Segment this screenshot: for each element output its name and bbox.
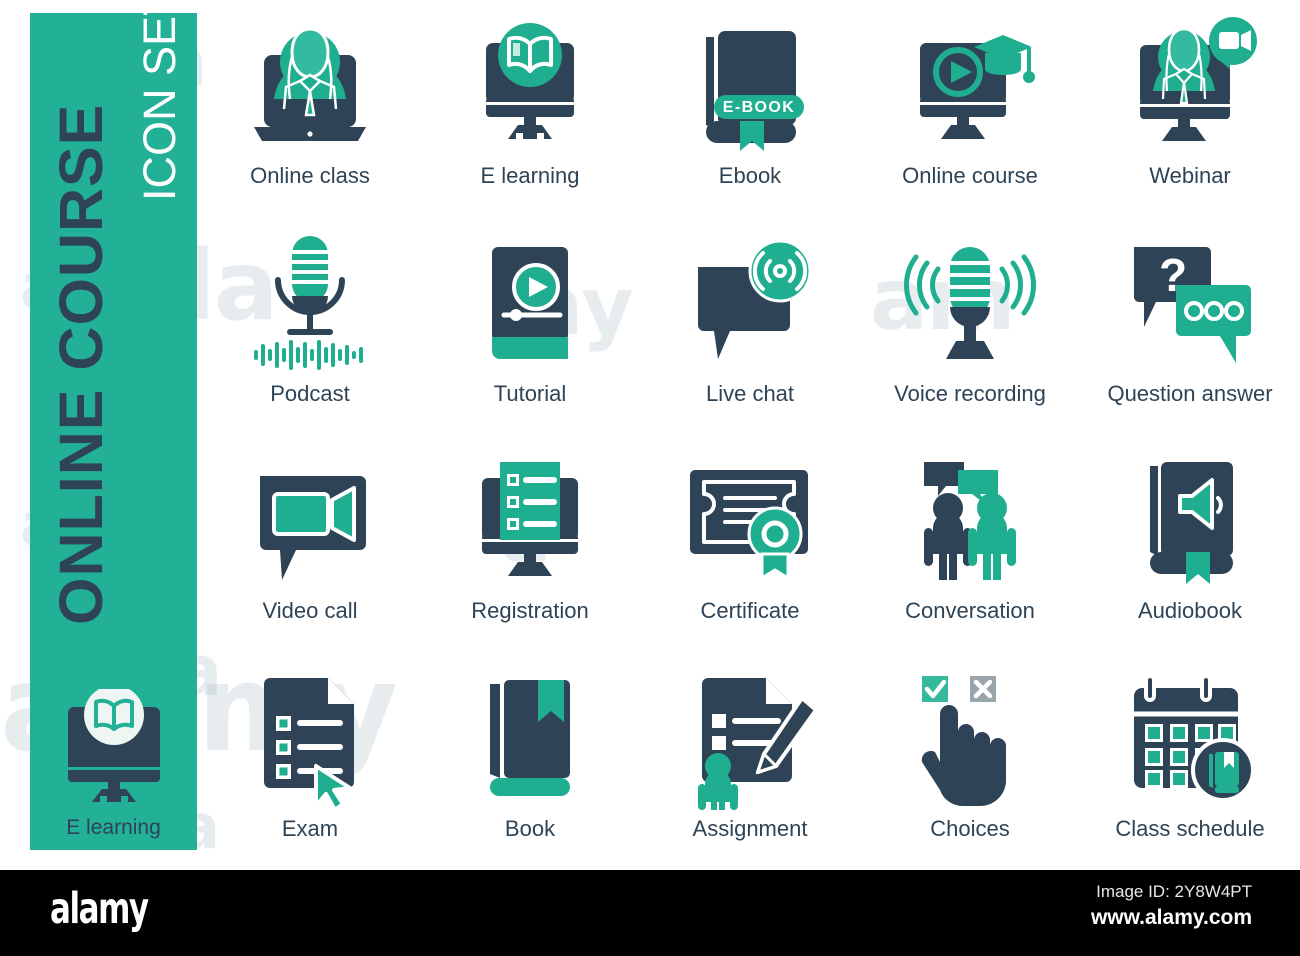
banner-icon-block: E learning bbox=[30, 685, 197, 840]
banner-main-title: ONLINE COURSE bbox=[47, 103, 115, 625]
icon-label: Ebook bbox=[718, 163, 782, 188]
icon-cell-tutorial[interactable]: Tutorial bbox=[420, 218, 640, 436]
calendar-book-icon bbox=[1115, 665, 1265, 815]
ebook-badge-text: E-BOOK bbox=[723, 99, 795, 116]
icon-cell-voice-recording[interactable]: Voice recording bbox=[860, 218, 1080, 436]
icon-label: Podcast bbox=[270, 380, 350, 406]
book-play-button-icon bbox=[455, 230, 605, 380]
icon-label: Choices bbox=[930, 815, 1010, 841]
icon-cell-book[interactable]: Book bbox=[420, 653, 640, 871]
banner-title-wrap: ONLINE COURSE ICON SET bbox=[30, 13, 197, 673]
monitor-open-book-icon bbox=[455, 12, 605, 162]
question-mark-chat-bubbles-icon: ? bbox=[1115, 230, 1265, 380]
image-id-text: Image ID: 2Y8W4PT bbox=[1096, 882, 1252, 901]
icon-label: Webinar bbox=[1149, 163, 1231, 188]
icon-label: Voice recording bbox=[894, 380, 1046, 406]
icon-cell-certificate[interactable]: Certificate bbox=[640, 435, 860, 653]
icon-cell-webinar[interactable]: Webinar bbox=[1080, 0, 1300, 218]
icon-cell-live-chat[interactable]: Live chat bbox=[640, 218, 860, 436]
icon-cell-assignment[interactable]: Assignment bbox=[640, 653, 860, 871]
monitor-checklist-form-icon bbox=[455, 447, 605, 597]
certificate-seal-ribbon-icon bbox=[675, 447, 825, 597]
monitor-woman-video-bubble-icon bbox=[1115, 12, 1265, 162]
person-checklist-pencil-icon bbox=[675, 665, 825, 815]
alamy-footer-bar: alamy Image ID: 2Y8W4PT www.alamy.com bbox=[0, 870, 1300, 956]
icon-cell-exam[interactable]: Exam bbox=[200, 653, 420, 871]
e-learning-monitor-book-icon bbox=[30, 685, 197, 812]
alamy-url-text: www.alamy.com bbox=[1090, 906, 1252, 929]
icon-label: Book bbox=[504, 815, 556, 841]
two-people-speech-bubbles-icon bbox=[895, 447, 1045, 597]
video-camera-chat-bubble-icon bbox=[235, 447, 385, 597]
icon-label: Tutorial bbox=[493, 380, 567, 406]
icon-label: Audiobook bbox=[1138, 598, 1242, 623]
icon-label: Assignment bbox=[692, 815, 808, 841]
microphone-waveform-icon bbox=[235, 230, 385, 380]
icon-cell-registration[interactable]: Registration bbox=[420, 435, 640, 653]
checklist-document-cursor-icon bbox=[235, 665, 385, 815]
icon-cell-audiobook[interactable]: Audiobook bbox=[1080, 435, 1300, 653]
monitor-play-graduation-cap-icon bbox=[895, 12, 1045, 162]
title-banner: ONLINE COURSE ICON SET E learning bbox=[30, 13, 197, 850]
icon-cell-question-answer[interactable]: ? Question answer bbox=[1080, 218, 1300, 436]
icon-label: Live chat bbox=[705, 380, 795, 406]
icon-label: Video call bbox=[262, 598, 358, 623]
icon-label: Conversation bbox=[905, 598, 1035, 623]
icon-label: Online class bbox=[250, 163, 370, 188]
icon-label: Class schedule bbox=[1115, 815, 1265, 841]
woman-on-laptop-icon bbox=[235, 12, 385, 162]
icon-label: Certificate bbox=[700, 598, 800, 623]
icon-cell-e-learning[interactable]: E learning bbox=[420, 0, 640, 218]
icon-cell-class-schedule[interactable]: Class schedule bbox=[1080, 653, 1300, 871]
icon-grid: Online class E learning E-BOOK Ebook Onl… bbox=[200, 0, 1300, 870]
icon-cell-ebook[interactable]: E-BOOK Ebook bbox=[640, 0, 860, 218]
closed-book-bookmark-icon bbox=[455, 665, 605, 815]
hand-pointing-check-cross-icon bbox=[895, 665, 1045, 815]
banner-icon-label: E learning bbox=[66, 816, 161, 839]
icon-label: Question answer bbox=[1107, 380, 1273, 406]
icon-cell-video-call[interactable]: Video call bbox=[200, 435, 420, 653]
icon-cell-conversation[interactable]: Conversation bbox=[860, 435, 1080, 653]
icon-label: Registration bbox=[471, 598, 589, 623]
alamy-logo: alamy bbox=[50, 884, 149, 934]
icon-label: E learning bbox=[480, 163, 580, 188]
ebook-book-icon: E-BOOK bbox=[675, 12, 825, 162]
microphone-sound-waves-icon bbox=[895, 230, 1045, 380]
icon-label: Online course bbox=[902, 163, 1038, 188]
icon-cell-online-course[interactable]: Online course bbox=[860, 0, 1080, 218]
chat-bubble-broadcast-icon bbox=[675, 230, 825, 380]
icon-cell-online-class[interactable]: Online class bbox=[200, 0, 420, 218]
icon-cell-choices[interactable]: Choices bbox=[860, 653, 1080, 871]
book-speaker-icon bbox=[1115, 447, 1265, 597]
icon-cell-podcast[interactable]: Podcast bbox=[200, 218, 420, 436]
banner-sub-title: ICON SET bbox=[134, 13, 185, 201]
icon-label: Exam bbox=[281, 815, 339, 841]
